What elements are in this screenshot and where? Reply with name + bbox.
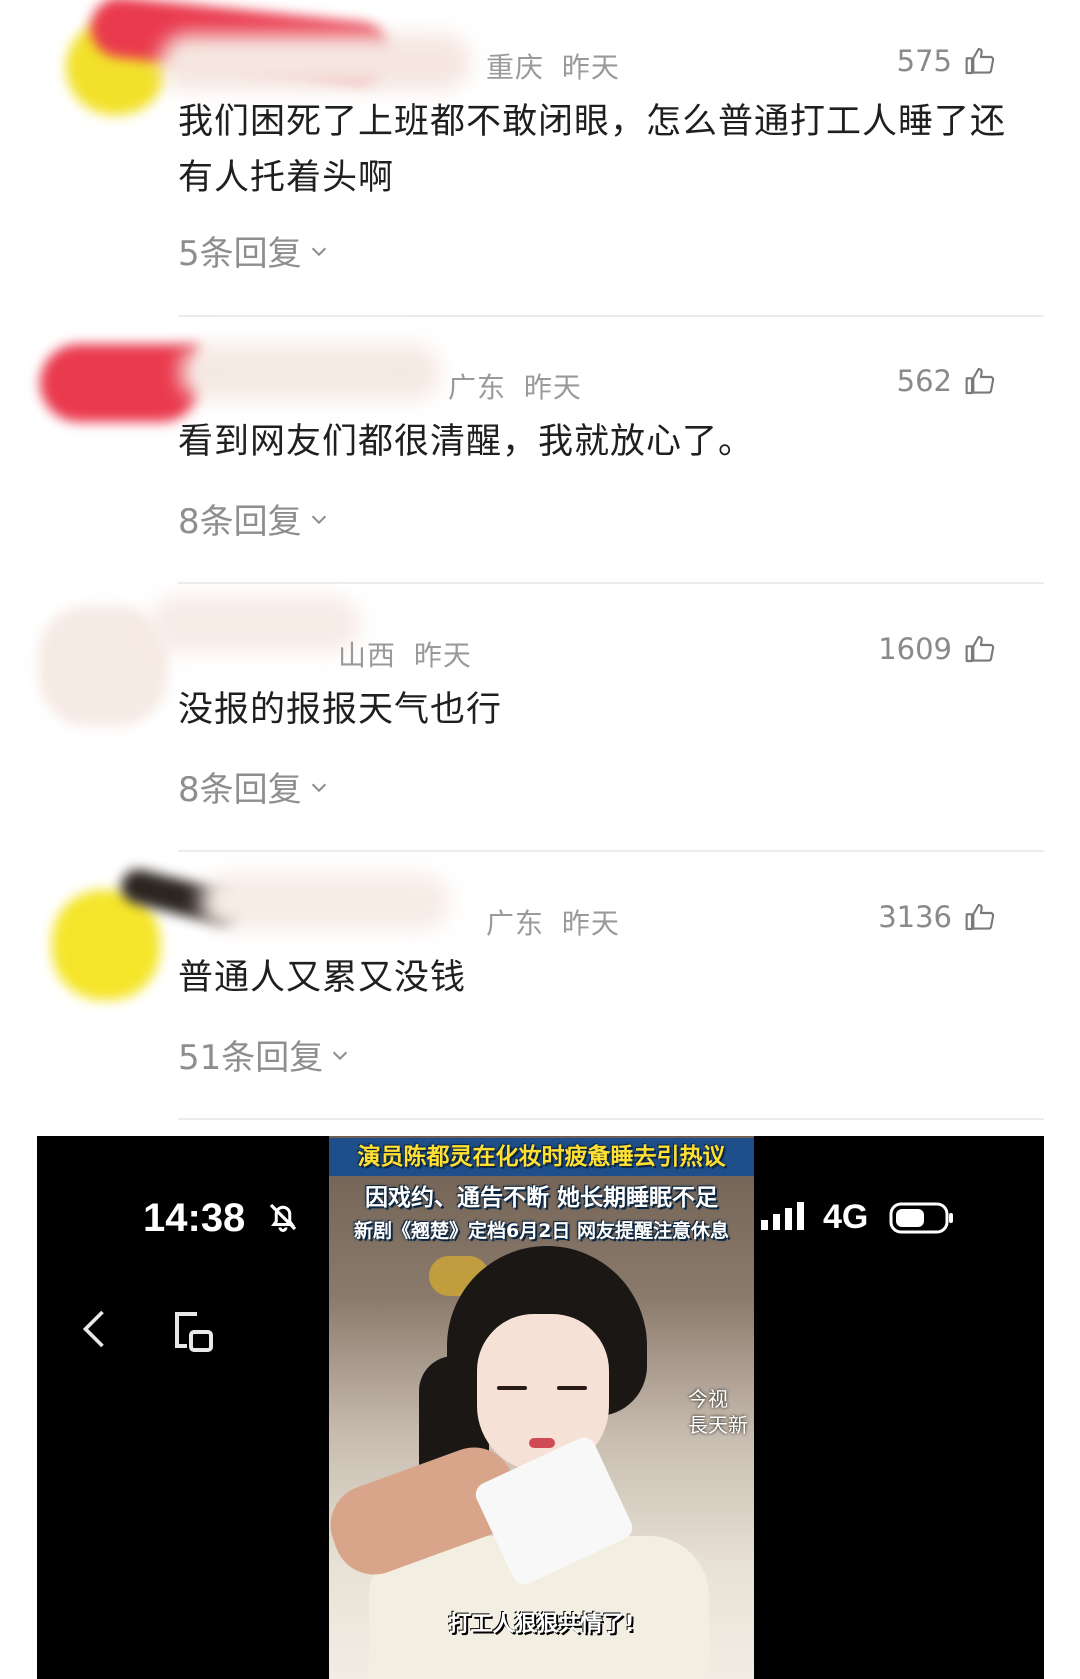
- thumbs-up-icon: [965, 635, 995, 663]
- comment-time: 昨天: [413, 639, 472, 672]
- like-button[interactable]: 3136: [878, 900, 996, 934]
- like-button[interactable]: 1609: [878, 632, 996, 666]
- divider: [178, 850, 1044, 852]
- avatar[interactable]: [40, 344, 200, 422]
- comment-meta: 重庆 昨天: [486, 46, 620, 86]
- thumbs-up-icon: [965, 903, 995, 931]
- like-button[interactable]: 562: [897, 364, 996, 398]
- divider: [178, 1118, 1044, 1120]
- like-count: 575: [896, 44, 952, 78]
- video-subtitle: 打工人狠狠共情了!: [448, 1612, 635, 1637]
- like-count: 1609: [878, 632, 952, 666]
- username-blur[interactable]: [160, 34, 470, 90]
- username-blur[interactable]: [200, 874, 450, 930]
- mute-icon: [269, 1203, 297, 1232]
- comment-meta: 山西 昨天: [338, 634, 472, 674]
- thumbs-up-icon: [965, 367, 995, 395]
- comment-location: 广东: [448, 371, 507, 404]
- video-headline: 新剧《翘楚》定档6月2日 网友提醒注意休息: [353, 1220, 730, 1242]
- comment-meta: 广东 昨天: [486, 902, 620, 942]
- comment-time: 昨天: [561, 51, 620, 84]
- replies-label: 5条回复: [178, 234, 302, 274]
- comment-time: 昨天: [561, 907, 620, 940]
- chevron-down-icon: [311, 247, 326, 256]
- comment-text: 没报的报报天气也行: [178, 690, 503, 730]
- thumbs-up-icon: [965, 47, 995, 75]
- video-frame[interactable]: 演员陈都灵在化妆时疲惫睡去引热议 因戏约、通告不断 她长期睡眠不足 新剧《翘楚》…: [329, 1136, 754, 1679]
- network-label: 4G: [823, 1198, 869, 1236]
- comment-text: 普通人又累又没钱: [178, 958, 467, 998]
- comment-location: 广东: [486, 907, 545, 940]
- username-blur[interactable]: [180, 344, 440, 400]
- closed-eye: [497, 1386, 527, 1390]
- comment-meta: 广东 昨天: [448, 366, 582, 406]
- comment-item: 广东 昨天 562 看到网友们都很清醒，我就放心了。 8条回复: [0, 318, 1080, 586]
- comment-location: 山西: [338, 639, 397, 672]
- watermark-line: 今视: [688, 1387, 728, 1411]
- chevron-down-icon: [333, 1051, 348, 1060]
- video-screenshot[interactable]: 14:38 4G 演员陈都灵在化妆时疲惫睡去引热议 因戏约、通告不断 她长期睡眠…: [37, 1136, 1044, 1679]
- replies-label: 8条回复: [178, 502, 302, 542]
- signal-icon: [761, 1202, 804, 1230]
- avatar[interactable]: [52, 890, 160, 1000]
- avatar[interactable]: [38, 606, 168, 726]
- back-icon[interactable]: [77, 1306, 111, 1352]
- comment-item: 重庆 昨天 575 我们困死了上班都不敢闭眼，怎么普通打工人睡了还有人托着头啊 …: [0, 0, 1080, 317]
- closed-eye: [557, 1386, 587, 1390]
- chevron-down-icon: [311, 515, 326, 524]
- status-time: 14:38: [143, 1196, 246, 1240]
- comment-time: 昨天: [523, 371, 582, 404]
- view-replies-button[interactable]: 51条回复: [178, 1030, 351, 1079]
- like-count: 562: [896, 364, 952, 398]
- battery-icon: [889, 1202, 953, 1234]
- replies-label: 8条回复: [178, 770, 302, 810]
- divider: [178, 582, 1044, 584]
- like-button[interactable]: 575: [897, 44, 996, 78]
- username-blur[interactable]: [150, 596, 360, 652]
- view-replies-button[interactable]: 8条回复: [178, 762, 330, 811]
- watermark-line: 長天新: [688, 1413, 748, 1437]
- like-count: 3136: [878, 900, 952, 934]
- lips: [529, 1438, 555, 1448]
- view-replies-button[interactable]: 8条回复: [178, 494, 330, 543]
- pip-icon[interactable]: [169, 1308, 217, 1356]
- comment-text: 我们困死了上班都不敢闭眼，怎么普通打工人睡了还有人托着头啊: [178, 102, 1007, 198]
- view-replies-button[interactable]: 5条回复: [178, 226, 330, 275]
- replies-label: 51条回复: [178, 1038, 324, 1078]
- comment-text: 看到网友们都很清醒，我就放心了。: [178, 422, 755, 462]
- video-headline: 演员陈都灵在化妆时疲惫睡去引热议: [329, 1138, 754, 1176]
- chevron-down-icon: [311, 783, 326, 792]
- comment-location: 重庆: [486, 51, 545, 84]
- divider: [178, 315, 1044, 317]
- watermark: 今视 長天新: [688, 1386, 748, 1438]
- comment-item: 广东 昨天 3136 普通人又累又没钱 51条回复: [0, 854, 1080, 1122]
- comment-item: 山西 昨天 1609 没报的报报天气也行 8条回复: [0, 586, 1080, 854]
- video-headline: 因戏约、通告不断 她长期睡眠不足: [364, 1185, 718, 1211]
